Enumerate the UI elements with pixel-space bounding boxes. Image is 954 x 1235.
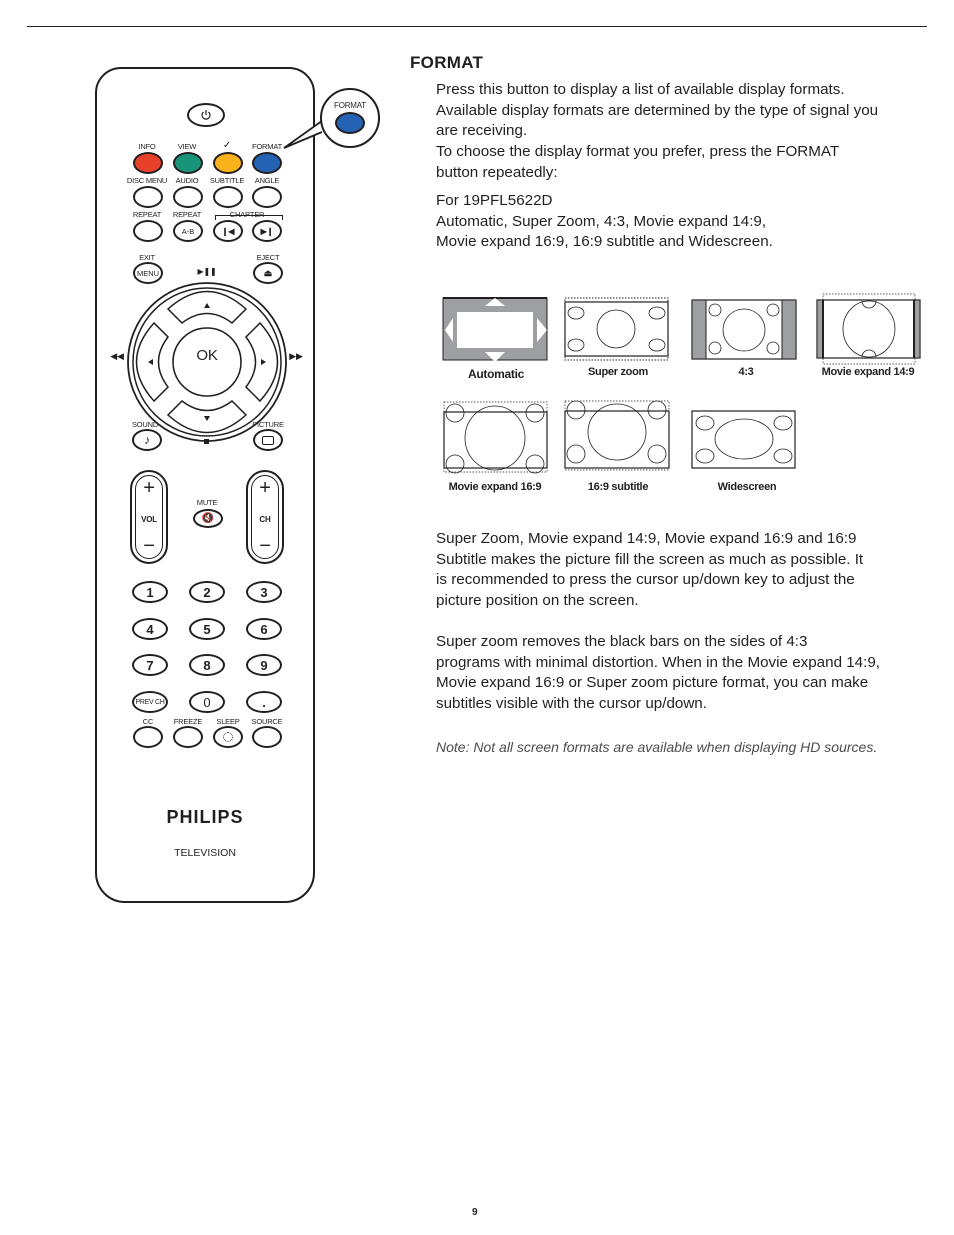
digit-3-button[interactable]: 3 [246, 581, 282, 603]
hd-note: Note: Not all screen formats are availab… [436, 739, 878, 755]
view-label: VIEW [177, 142, 197, 151]
disc-menu-label: DISC MENU [126, 176, 168, 185]
channel-up-icon[interactable]: + [259, 477, 271, 500]
digit-0-button[interactable]: 0 [189, 691, 225, 713]
music-note-icon: ♪ [144, 433, 150, 447]
format-diagrams [442, 293, 921, 474]
callout-format-label: FORMAT [334, 101, 366, 110]
dot-button[interactable]: . [246, 691, 282, 713]
format-label-widescreen: Widescreen [717, 481, 777, 493]
channel-down-icon[interactable]: − [259, 535, 271, 558]
fast-forward-icon: ▶▶ [289, 351, 303, 361]
source-button[interactable] [252, 726, 282, 748]
mute-icon: 🔇 [201, 513, 215, 524]
volume-down-icon[interactable]: − [143, 535, 155, 558]
rewind-icon: ◀◀ [110, 351, 124, 361]
format-label-automatic: Automatic [468, 367, 524, 381]
format-label-16-9-subtitle: 16:9 subtitle [587, 481, 649, 493]
fill-screen-paragraph: Super Zoom, Movie expand 14:9, Movie exp… [436, 530, 864, 610]
yellow-button[interactable] [213, 152, 243, 174]
format-blue-button[interactable] [252, 152, 282, 174]
section-title: FORMAT [410, 53, 484, 72]
picture-label: PICTURE [252, 420, 284, 429]
vol-label: VOL [141, 515, 157, 524]
format-widescreen-diagram [691, 410, 796, 469]
intro-paragraph: Press this button to display a list of a… [436, 81, 879, 181]
mute-button[interactable]: 🔇 [193, 509, 223, 528]
format-label-4-3: 4:3 [738, 366, 754, 378]
model-paragraph: For 19PFL5622D Automatic, Super Zoom, 4:… [436, 192, 773, 251]
audio-label: AUDIO [175, 176, 199, 185]
super-zoom-paragraph: Super zoom removes the black bars on the… [436, 633, 881, 713]
format-super-zoom-diagram [564, 297, 669, 361]
format-callout: FORMAT [320, 88, 380, 148]
freeze-label: FREEZE [173, 717, 203, 726]
view-green-button[interactable] [173, 152, 203, 174]
digit-1-button[interactable]: 1 [132, 581, 168, 603]
format-4-3-diagram [691, 299, 797, 360]
digit-2-button[interactable]: 2 [189, 581, 225, 603]
exit-label: EXIT [139, 253, 155, 262]
volume-up-icon[interactable]: + [143, 477, 155, 500]
format-16-9-subtitle-diagram [564, 400, 670, 471]
ch-label: CH [259, 515, 271, 524]
repeat-button[interactable] [133, 220, 163, 242]
sleep-button[interactable] [213, 726, 243, 748]
ok-label: OK [196, 347, 218, 364]
angle-label: ANGLE [254, 176, 280, 185]
skip-previous-icon: ❙◀ [221, 226, 235, 236]
digit-6-button[interactable]: 6 [246, 618, 282, 640]
cc-button[interactable] [133, 726, 163, 748]
info-label: INFO [138, 142, 156, 151]
sound-label: SOUND [131, 420, 159, 429]
format-label: FORMAT [252, 142, 282, 151]
repeat-ab-button[interactable]: A-B [173, 220, 203, 242]
audio-button[interactable] [173, 186, 203, 208]
digit-9-button[interactable]: 9 [246, 654, 282, 676]
skip-next-icon: ▶❙ [260, 226, 274, 236]
disc-menu-button[interactable] [133, 186, 163, 208]
clock-icon [223, 732, 233, 742]
eject-icon: ⏏ [263, 267, 273, 278]
digit-7-button[interactable]: 7 [132, 654, 168, 676]
digit-5-button[interactable]: 5 [189, 618, 225, 640]
top-rule [27, 26, 927, 27]
stop-icon [204, 439, 209, 444]
picture-icon [262, 435, 274, 445]
repeat-ab-label: REPEAT [172, 210, 202, 219]
source-label: SOURCE [251, 717, 283, 726]
chapter-prev-button[interactable]: ❙◀ [213, 220, 243, 242]
callout-format-button [335, 112, 365, 134]
info-red-button[interactable] [133, 152, 163, 174]
subtitle-button[interactable] [213, 186, 243, 208]
power-icon [201, 110, 211, 120]
page-number: 9 [472, 1207, 478, 1218]
philips-logo: PHILIPS [166, 807, 244, 827]
sound-button[interactable]: ♪ [132, 429, 162, 451]
play-pause-label: ▶❚❚ [197, 267, 217, 276]
format-label-movie-expand-14-9: Movie expand 14:9 [821, 366, 915, 378]
picture-button[interactable] [253, 429, 283, 451]
check-label: ✓ [222, 140, 232, 151]
sleep-label: SLEEP [216, 717, 240, 726]
subtitle-label: SUBTITLE [209, 176, 245, 185]
format-movie-expand-14-9-diagram [816, 293, 921, 365]
format-label-movie-expand-16-9: Movie expand 16:9 [448, 481, 542, 493]
freeze-button[interactable] [173, 726, 203, 748]
prev-ch-button[interactable]: PREV CH [132, 691, 168, 713]
digit-4-button[interactable]: 4 [132, 618, 168, 640]
cc-label: CC [142, 717, 154, 726]
digit-8-button[interactable]: 8 [189, 654, 225, 676]
remote-control: INFO VIEW ✓ FORMAT DISC MENU AUDIO SUBTI… [95, 67, 315, 903]
television-label: TELEVISION [174, 847, 236, 859]
repeat-label: REPEAT [132, 210, 162, 219]
format-automatic-diagram [442, 297, 548, 362]
mute-label: MUTE [196, 498, 218, 507]
chapter-next-button[interactable]: ▶❙ [252, 220, 282, 242]
power-button[interactable] [187, 103, 225, 127]
format-label-super-zoom: Super zoom [588, 366, 648, 378]
eject-label: EJECT [256, 253, 280, 262]
angle-button[interactable] [252, 186, 282, 208]
format-movie-expand-16-9-diagram [443, 401, 548, 474]
